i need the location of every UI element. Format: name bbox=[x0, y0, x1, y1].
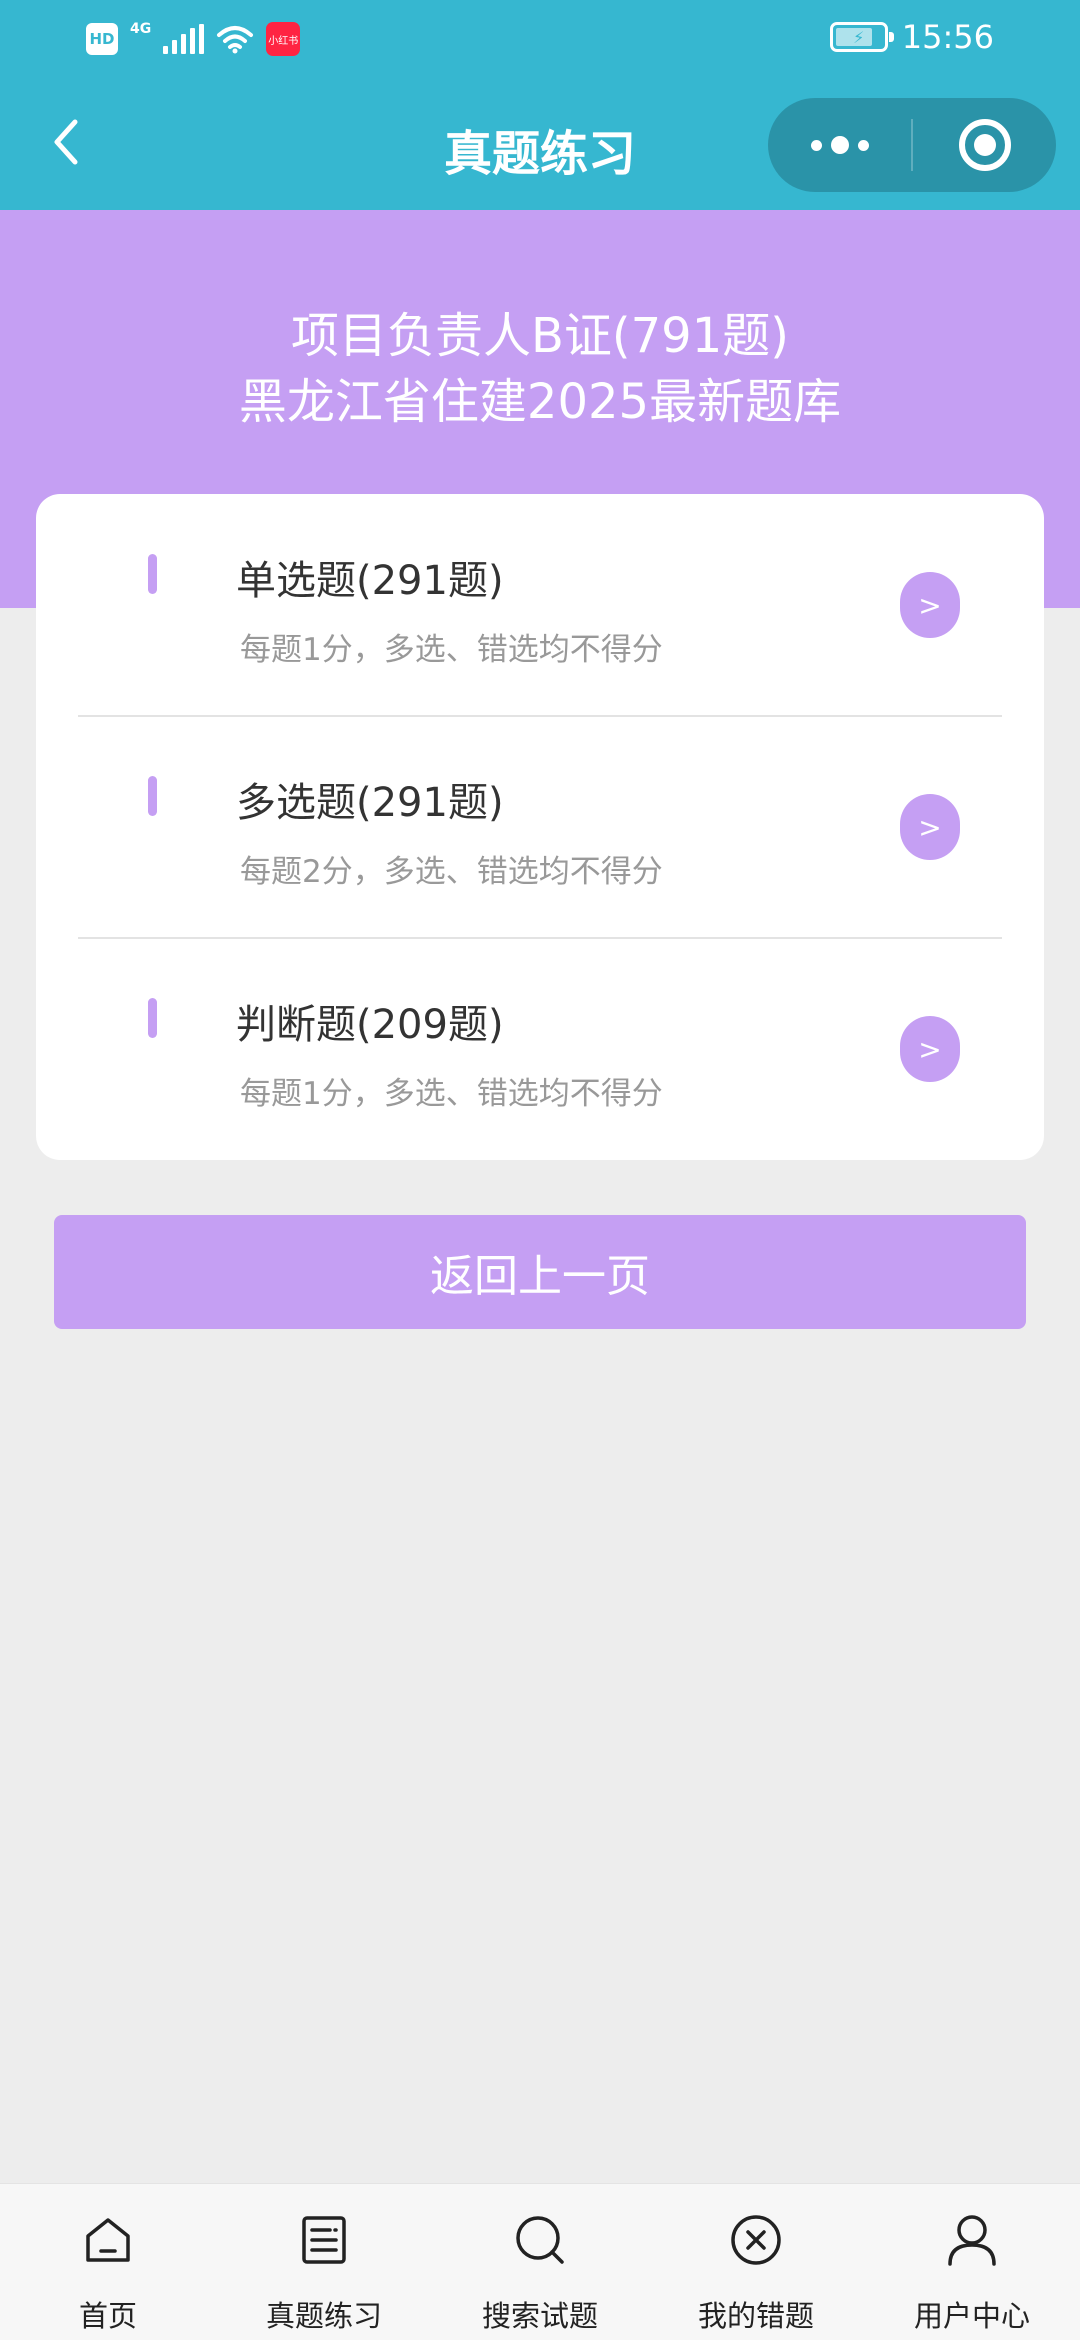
tab-label: 首页 bbox=[78, 2299, 137, 2333]
nav-bar: 真题练习 bbox=[0, 84, 1080, 210]
enter-arrow-button[interactable]: > bbox=[900, 794, 960, 860]
category-description: 每题2分，多选、错选均不得分 bbox=[240, 854, 663, 890]
more-dots-icon bbox=[810, 136, 869, 154]
tab-home[interactable]: 首页 bbox=[0, 2184, 216, 2340]
category-description: 每题1分，多选、错选均不得分 bbox=[240, 1076, 663, 1112]
tab-practice[interactable]: 真题练习 bbox=[216, 2184, 432, 2340]
tab-label: 用户中心 bbox=[913, 2299, 1030, 2333]
category-row-single-choice[interactable]: 单选题(291题) 每题1分，多选、错选均不得分 > bbox=[78, 494, 1002, 716]
document-list-icon bbox=[302, 2216, 346, 2264]
signal-icon bbox=[163, 24, 205, 54]
tab-label: 真题练习 bbox=[265, 2299, 382, 2333]
close-circle-icon bbox=[731, 2215, 781, 2265]
category-title: 多选题(291题) bbox=[236, 780, 504, 826]
category-card: 单选题(291题) 每题1分，多选、错选均不得分 > 多选题(291题) 每题2… bbox=[36, 494, 1044, 1160]
search-icon bbox=[516, 2216, 564, 2264]
category-row-multiple-choice[interactable]: 多选题(291题) 每题2分，多选、错选均不得分 > bbox=[78, 716, 1002, 938]
battery-icon: ⚡ bbox=[829, 22, 894, 52]
accent-bar bbox=[148, 776, 157, 816]
status-left: HD 4G 小红书 bbox=[86, 21, 301, 56]
status-right: ⚡ 15:56 bbox=[829, 18, 994, 56]
accent-bar bbox=[148, 554, 157, 594]
category-row-true-false[interactable]: 判断题(209题) 每题1分，多选、错选均不得分 > bbox=[78, 938, 1002, 1160]
return-previous-button[interactable]: 返回上一页 bbox=[54, 1215, 1026, 1329]
page: HD 4G 小红书 ⚡ 15:56 真题练习 项目负责人B证(791题) 黑龙江… bbox=[0, 0, 1080, 2340]
user-icon bbox=[948, 2215, 996, 2266]
top-bar: HD 4G 小红书 ⚡ 15:56 真题练习 bbox=[0, 0, 1080, 210]
mini-program-capsule bbox=[768, 98, 1056, 192]
tab-search[interactable]: 搜索试题 bbox=[432, 2184, 648, 2340]
tab-label: 我的错题 bbox=[697, 2299, 814, 2333]
accent-bar bbox=[148, 998, 157, 1038]
hd-icon: HD bbox=[86, 23, 118, 55]
status-time: 15:56 bbox=[901, 18, 994, 56]
more-button[interactable] bbox=[768, 98, 911, 192]
bottom-tab-bar: 首页 真题练习 搜索试题 我的错题 用户中心 bbox=[0, 2183, 1080, 2340]
tab-user-center[interactable]: 用户中心 bbox=[864, 2184, 1080, 2340]
close-miniprogram-button[interactable] bbox=[913, 98, 1056, 192]
wifi-icon bbox=[217, 26, 254, 54]
network-type-label: 4G bbox=[130, 21, 152, 37]
status-bar: HD 4G 小红书 ⚡ 15:56 bbox=[0, 0, 1080, 84]
enter-arrow-button[interactable]: > bbox=[900, 1016, 960, 1082]
exam-subtitle: 黑龙江省住建2025最新题库 bbox=[238, 374, 842, 430]
home-icon bbox=[86, 2218, 130, 2262]
exam-title: 项目负责人B证(791题) bbox=[290, 308, 789, 364]
tab-label: 搜索试题 bbox=[481, 2299, 598, 2333]
app-notification-badge: 小红书 bbox=[266, 22, 301, 56]
enter-arrow-button[interactable]: > bbox=[900, 572, 960, 638]
category-description: 每题1分，多选、错选均不得分 bbox=[240, 632, 663, 668]
target-circle-icon bbox=[958, 119, 1011, 171]
tab-mistakes[interactable]: 我的错题 bbox=[648, 2184, 864, 2340]
category-title: 判断题(209题) bbox=[236, 1002, 504, 1048]
category-title: 单选题(291题) bbox=[236, 558, 504, 604]
